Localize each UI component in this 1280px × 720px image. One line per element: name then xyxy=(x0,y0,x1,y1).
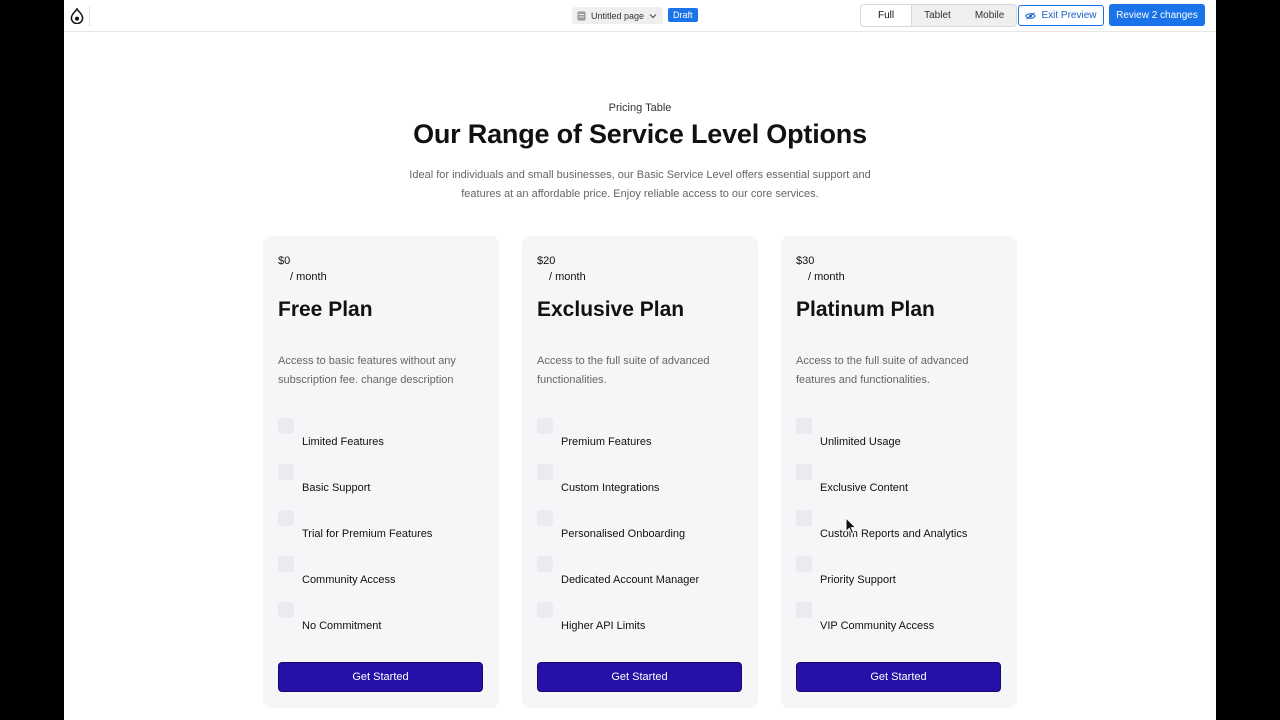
feature-check-icon xyxy=(278,510,294,526)
feature-item: No Commitment xyxy=(278,602,493,648)
plan-price: $30 xyxy=(796,255,815,267)
feature-check-icon xyxy=(537,418,553,434)
feature-label: Dedicated Account Manager xyxy=(561,574,700,586)
feature-label: VIP Community Access xyxy=(820,620,935,632)
plan-price: $20 xyxy=(537,255,556,267)
exit-preview-label: Exit Preview xyxy=(1041,10,1097,21)
get-started-button[interactable]: Get Started xyxy=(796,662,1001,692)
get-started-button[interactable]: Get Started xyxy=(278,662,483,692)
toolbar-divider xyxy=(89,6,90,26)
feature-label: Basic Support xyxy=(302,482,371,494)
draft-status-badge: Draft xyxy=(668,8,698,22)
feature-label: Custom Integrations xyxy=(561,482,660,494)
page-title: Our Range of Service Level Options xyxy=(413,119,867,149)
viewport-switcher: Full Tablet Mobile xyxy=(860,4,1018,27)
feature-item: Limited Features xyxy=(278,418,493,464)
feature-label: Limited Features xyxy=(302,436,384,448)
feature-check-icon xyxy=(278,418,294,434)
plan-period: / month xyxy=(290,271,327,283)
section-description: Ideal for individuals and small business… xyxy=(409,169,871,200)
section-eyebrow: Pricing Table xyxy=(608,102,672,114)
eye-slash-icon xyxy=(1025,11,1037,20)
feature-check-icon xyxy=(796,602,812,618)
preview-frame: Untitled page Draft Full Tablet Mobile E… xyxy=(64,0,1216,720)
plan-period: / month xyxy=(808,271,845,283)
feature-check-icon xyxy=(796,464,812,480)
feature-item: Trial for Premium Features xyxy=(278,510,493,556)
feature-label: No Commitment xyxy=(302,620,382,632)
feature-check-icon xyxy=(537,510,553,526)
plan-period: / month xyxy=(549,271,586,283)
feature-label: Custom Reports and Analytics xyxy=(820,528,968,540)
drupal-logo-icon[interactable] xyxy=(70,8,84,24)
pricing-card-exclusive: $20 / month Exclusive Plan Access to the… xyxy=(522,236,758,708)
feature-check-icon xyxy=(537,556,553,572)
feature-item: Custom Integrations xyxy=(537,464,752,510)
feature-label: Higher API Limits xyxy=(561,620,646,632)
mouse-pointer-icon xyxy=(845,517,857,535)
feature-list: Unlimited Usage Exclusive Content Custom… xyxy=(796,418,1011,648)
feature-check-icon xyxy=(796,418,812,434)
feature-item: Dedicated Account Manager xyxy=(537,556,752,602)
page-icon xyxy=(577,11,586,20)
plan-name: Platinum Plan xyxy=(796,298,935,321)
feature-check-icon xyxy=(278,602,294,618)
feature-item: Exclusive Content xyxy=(796,464,1011,510)
plan-description: Access to the full suite of advanced fea… xyxy=(796,355,969,386)
preview-toolbar: Untitled page Draft Full Tablet Mobile E… xyxy=(64,0,1216,32)
feature-label: Priority Support xyxy=(820,574,896,586)
chevron-down-icon xyxy=(649,13,657,18)
feature-item: Priority Support xyxy=(796,556,1011,602)
feature-item: Higher API Limits xyxy=(537,602,752,648)
feature-label: Personalised Onboarding xyxy=(561,528,686,540)
pricing-card-free: $0 / month Free Plan Access to basic fea… xyxy=(263,236,499,708)
feature-check-icon xyxy=(537,602,553,618)
feature-list: Limited Features Basic Support Trial for… xyxy=(278,418,493,648)
viewport-tablet-button[interactable]: Tablet xyxy=(912,5,963,26)
feature-label: Unlimited Usage xyxy=(820,436,901,448)
page-select-dropdown[interactable]: Untitled page xyxy=(572,7,664,24)
plan-description: Access to basic features without any sub… xyxy=(278,355,456,386)
plan-description: Access to the full suite of advanced fun… xyxy=(537,355,710,386)
feature-item: Custom Reports and Analytics xyxy=(796,510,1011,556)
pricing-card-platinum: $30 / month Platinum Plan Access to the … xyxy=(781,236,1017,708)
page-select-label: Untitled page xyxy=(591,10,645,21)
get-started-button[interactable]: Get Started xyxy=(537,662,742,692)
feature-item: Unlimited Usage xyxy=(796,418,1011,464)
feature-item: VIP Community Access xyxy=(796,602,1011,648)
feature-item: Personalised Onboarding xyxy=(537,510,752,556)
plan-name: Exclusive Plan xyxy=(537,298,685,321)
feature-item: Premium Features xyxy=(537,418,752,464)
plan-name: Free Plan xyxy=(278,298,373,321)
feature-check-icon xyxy=(278,464,294,480)
review-changes-button[interactable]: Review 2 changes xyxy=(1109,4,1205,26)
feature-label: Community Access xyxy=(302,574,396,586)
viewport-mobile-button[interactable]: Mobile xyxy=(963,5,1016,26)
feature-list: Premium Features Custom Integrations Per… xyxy=(537,418,752,648)
plan-price: $0 xyxy=(278,255,291,267)
feature-label: Premium Features xyxy=(561,436,652,448)
feature-check-icon xyxy=(796,556,812,572)
feature-label: Exclusive Content xyxy=(820,482,909,494)
feature-check-icon xyxy=(537,464,553,480)
feature-item: Basic Support xyxy=(278,464,493,510)
exit-preview-button[interactable]: Exit Preview xyxy=(1018,5,1104,26)
feature-check-icon xyxy=(278,556,294,572)
viewport-full-button[interactable]: Full xyxy=(861,5,913,26)
feature-item: Community Access xyxy=(278,556,493,602)
feature-check-icon xyxy=(796,510,812,526)
feature-label: Trial for Premium Features xyxy=(302,528,433,540)
